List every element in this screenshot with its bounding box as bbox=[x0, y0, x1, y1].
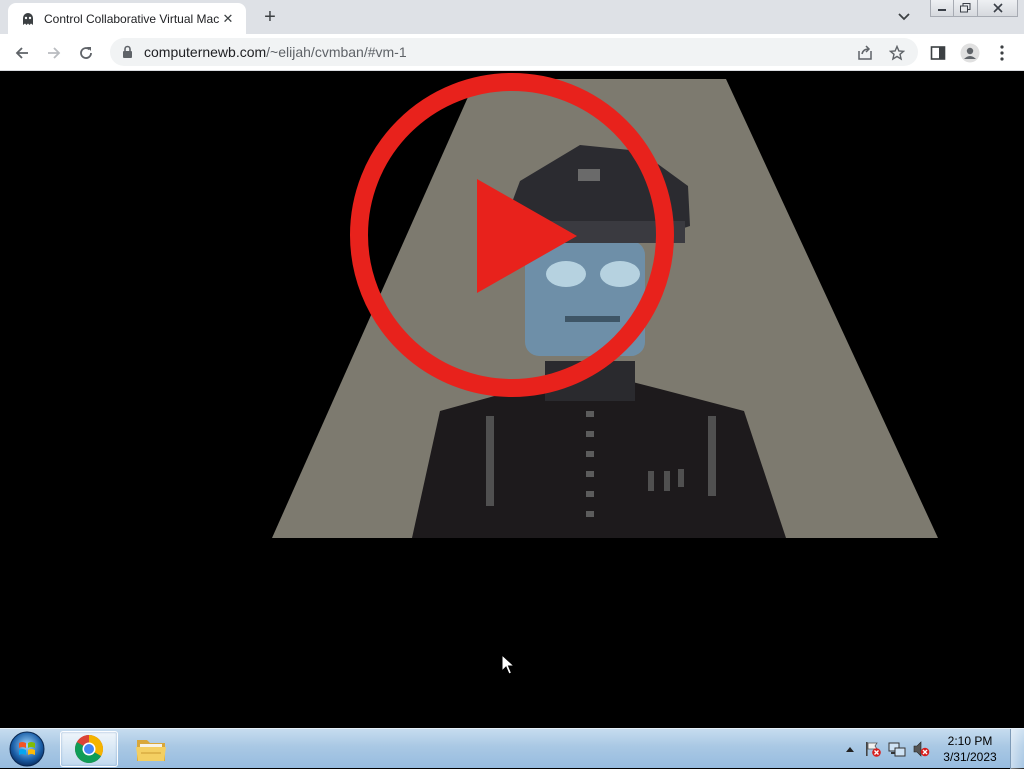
reload-icon[interactable] bbox=[72, 39, 100, 67]
taskbar-chrome[interactable] bbox=[60, 731, 118, 767]
tab-title: Control Collaborative Virtual Mac bbox=[44, 11, 220, 26]
clock-time: 2:10 PM bbox=[947, 734, 993, 748]
side-panel-icon[interactable] bbox=[924, 39, 952, 67]
url-domain: computernewb.com bbox=[144, 44, 267, 60]
taskbar-clock[interactable]: 2:10 PM 3/31/2023 bbox=[940, 733, 1000, 765]
action-center-flag-icon[interactable] bbox=[864, 740, 882, 758]
close-icon[interactable]: ✕ bbox=[220, 11, 236, 27]
right-goggle bbox=[600, 261, 640, 287]
chrome-icon bbox=[75, 735, 103, 763]
system-tray bbox=[842, 729, 930, 769]
figure-mouth bbox=[565, 316, 620, 322]
network-icon[interactable] bbox=[888, 740, 906, 758]
browser-toolbar: computernewb.com/~elijah/cvmban/#vm-1 bbox=[0, 34, 1024, 71]
plus-icon[interactable]: + bbox=[258, 6, 282, 28]
restore-icon[interactable] bbox=[954, 0, 978, 17]
cap-badge bbox=[578, 169, 600, 181]
ghost-icon bbox=[20, 11, 36, 27]
vm-video-screen[interactable] bbox=[0, 71, 1024, 728]
star-icon[interactable] bbox=[888, 44, 906, 62]
clock-date: 3/31/2023 bbox=[943, 750, 997, 764]
window-controls bbox=[930, 0, 1018, 18]
taskbar: 2:10 PM 3/31/2023 bbox=[0, 728, 1024, 769]
taskbar-explorer[interactable] bbox=[122, 731, 180, 767]
windows-orb-icon[interactable] bbox=[4, 730, 50, 768]
close-icon[interactable] bbox=[978, 0, 1018, 17]
minimize-icon[interactable] bbox=[930, 0, 954, 17]
kebab-menu-icon[interactable] bbox=[988, 39, 1016, 67]
chevron-down-icon[interactable] bbox=[894, 8, 914, 26]
page-viewport bbox=[0, 71, 1024, 728]
show-hidden-icons-arrow[interactable] bbox=[842, 741, 858, 757]
lock-icon[interactable] bbox=[120, 44, 134, 60]
show-desktop-button[interactable] bbox=[1010, 729, 1024, 769]
profile-icon[interactable] bbox=[956, 39, 984, 67]
forward-arrow-icon[interactable] bbox=[40, 39, 68, 67]
left-goggle bbox=[546, 261, 586, 287]
browser-tab[interactable]: Control Collaborative Virtual Mac ✕ bbox=[8, 3, 246, 34]
back-arrow-icon[interactable] bbox=[8, 39, 36, 67]
folder-icon bbox=[136, 740, 166, 761]
volume-muted-icon[interactable] bbox=[912, 740, 930, 758]
address-bar[interactable]: computernewb.com/~elijah/cvmban/#vm-1 bbox=[110, 38, 918, 66]
url-path: /~elijah/cvmban/#vm-1 bbox=[266, 44, 407, 60]
mouse-cursor-icon bbox=[501, 654, 515, 675]
tab-strip: Control Collaborative Virtual Mac ✕ + bbox=[0, 0, 1024, 34]
url-text: computernewb.com/~elijah/cvmban/#vm-1 bbox=[144, 44, 407, 60]
share-icon[interactable] bbox=[856, 44, 874, 62]
